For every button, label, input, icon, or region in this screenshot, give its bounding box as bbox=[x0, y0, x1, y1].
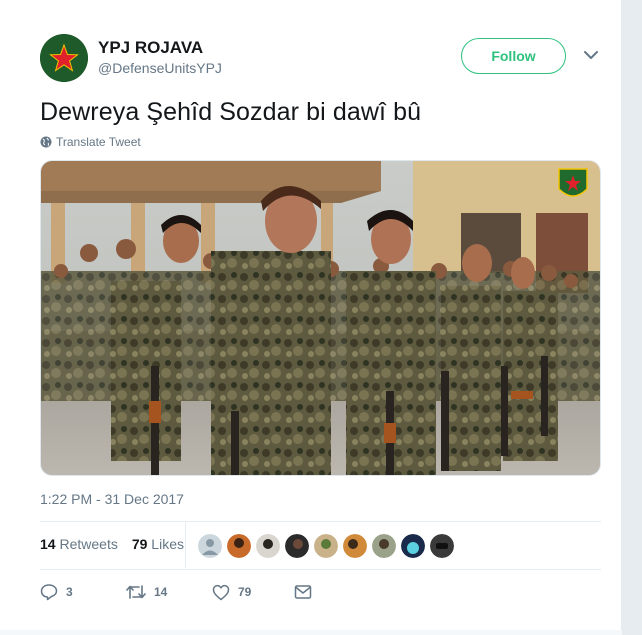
soldiers-photo bbox=[41, 161, 600, 475]
retweets-stat[interactable]: 14 Retweets bbox=[40, 536, 118, 552]
tweet-actions: 3 14 79 bbox=[40, 580, 312, 604]
divider bbox=[40, 521, 601, 522]
retweets-label: Retweets bbox=[59, 536, 118, 552]
liker-avatar[interactable] bbox=[314, 534, 338, 558]
retweet-count: 14 bbox=[154, 585, 168, 599]
liker-avatar[interactable] bbox=[227, 534, 251, 558]
tweet-timestamp[interactable]: 1:22 PM - 31 Dec 2017 bbox=[40, 491, 184, 507]
tweet-card: YPJ ROJAVA @DefenseUnitsYPJ Follow Dewre… bbox=[0, 0, 622, 635]
retweet-icon bbox=[126, 585, 146, 599]
liker-avatars bbox=[198, 534, 454, 558]
reply-count: 3 bbox=[66, 585, 73, 599]
like-count: 79 bbox=[238, 585, 252, 599]
globe-icon bbox=[40, 136, 52, 148]
likes-label: Likes bbox=[151, 536, 184, 552]
account-handle[interactable]: @DefenseUnitsYPJ bbox=[98, 60, 222, 76]
footer-strip bbox=[0, 630, 622, 635]
tweet-text: Dewreya Şehîd Sozdar bi dawî bû bbox=[40, 98, 422, 126]
red-star-emblem-icon bbox=[40, 34, 88, 82]
direct-message-button[interactable] bbox=[294, 584, 312, 600]
ypj-patch-icon bbox=[558, 168, 588, 197]
account-name[interactable]: YPJ ROJAVA bbox=[98, 38, 203, 58]
translate-tweet-label: Translate Tweet bbox=[56, 135, 141, 149]
liker-avatar[interactable] bbox=[256, 534, 280, 558]
retweet-button[interactable]: 14 bbox=[126, 583, 212, 601]
stats-separator bbox=[185, 522, 186, 568]
liker-avatar[interactable] bbox=[372, 534, 396, 558]
likes-count: 79 bbox=[131, 536, 148, 552]
liker-avatar[interactable] bbox=[430, 534, 454, 558]
tweet-stats: 14 Retweets 79 Likes bbox=[40, 536, 184, 552]
retweets-count: 14 bbox=[40, 536, 56, 552]
liker-avatar[interactable] bbox=[285, 534, 309, 558]
likes-stat[interactable]: 79 Likes bbox=[132, 536, 184, 552]
envelope-icon bbox=[294, 585, 312, 599]
avatar[interactable] bbox=[40, 34, 88, 82]
tweet-photo[interactable] bbox=[40, 160, 601, 476]
follow-button[interactable]: Follow bbox=[461, 38, 566, 74]
like-button[interactable]: 79 bbox=[212, 584, 294, 601]
liker-avatar[interactable] bbox=[198, 534, 222, 558]
liker-avatar[interactable] bbox=[343, 534, 367, 558]
divider bbox=[40, 569, 601, 570]
reply-icon bbox=[40, 584, 58, 601]
reply-button[interactable]: 3 bbox=[40, 583, 126, 601]
heart-icon bbox=[212, 584, 230, 600]
liker-avatar[interactable] bbox=[401, 534, 425, 558]
chevron-down-icon[interactable] bbox=[582, 48, 600, 62]
translate-tweet-link[interactable]: Translate Tweet bbox=[40, 135, 141, 149]
